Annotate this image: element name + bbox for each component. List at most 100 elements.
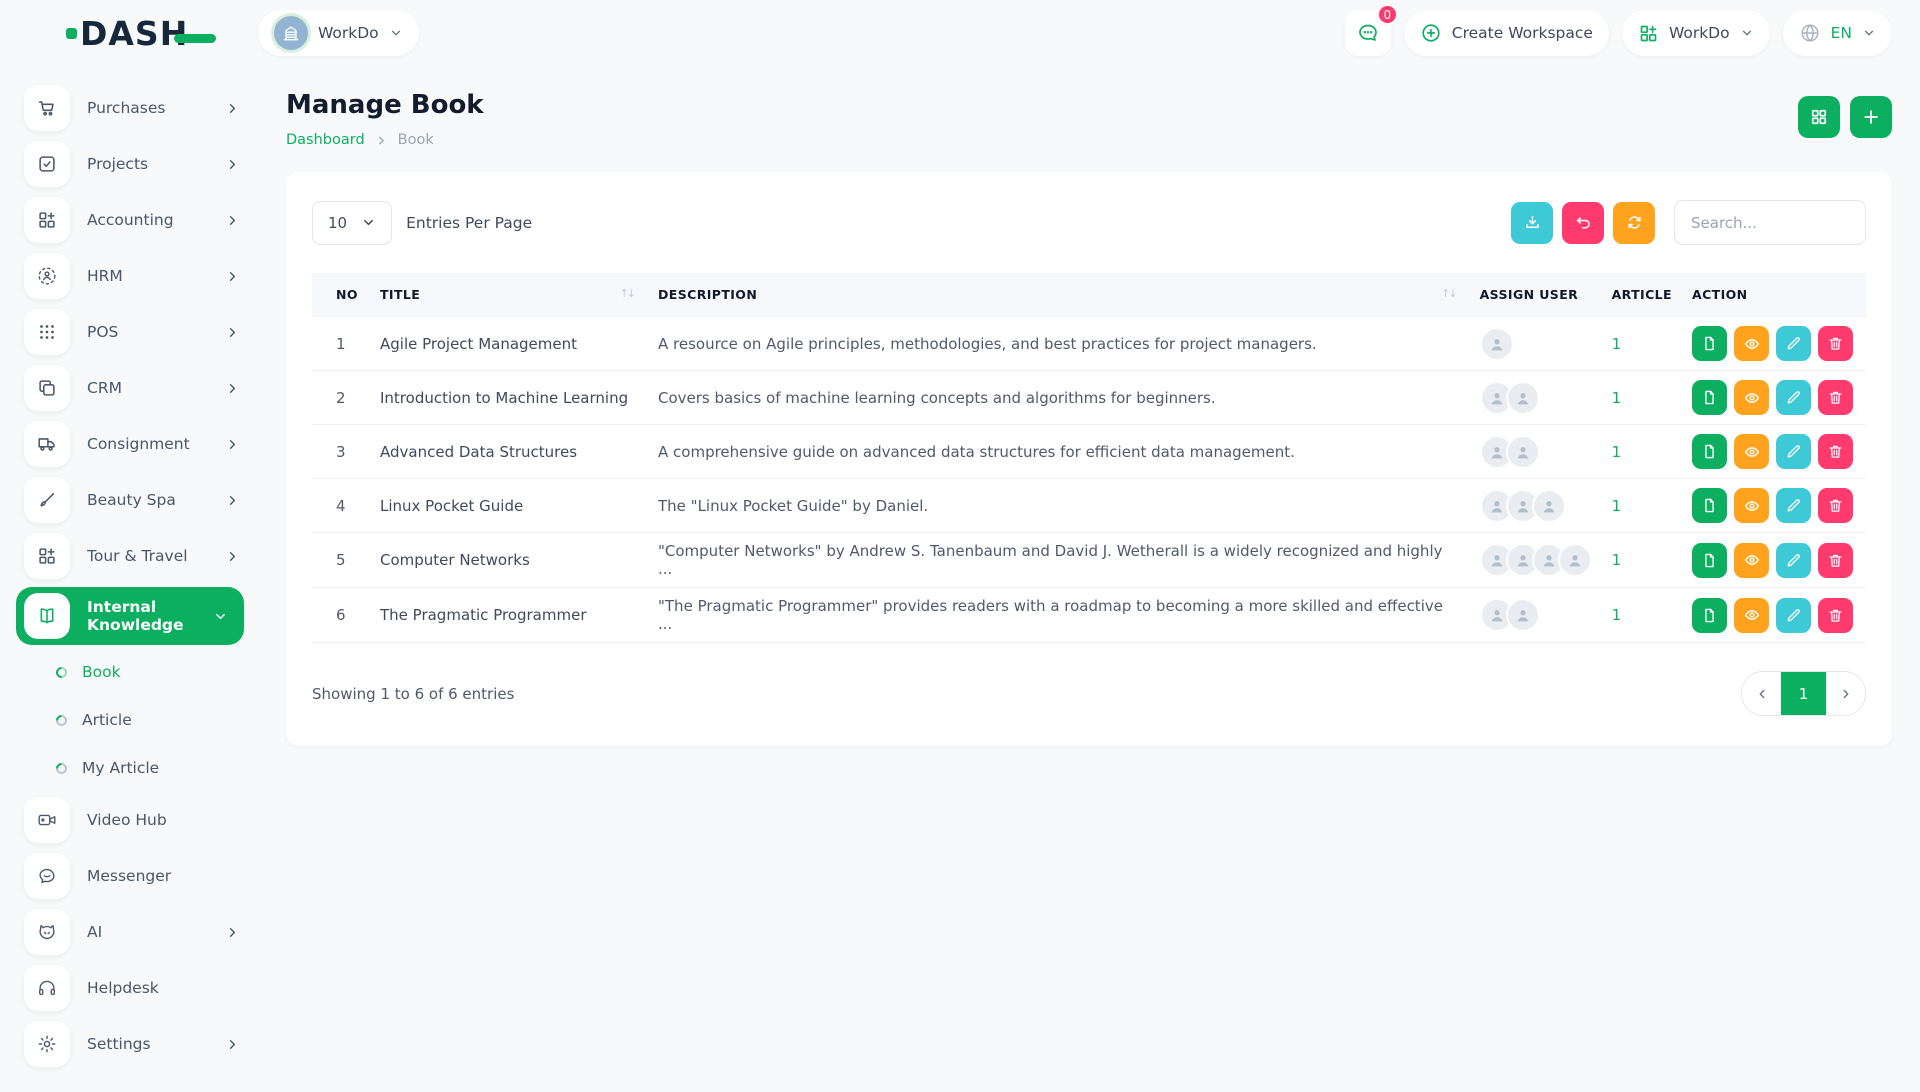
article-count-link[interactable]: 1 <box>1612 551 1622 569</box>
delete-button[interactable] <box>1818 380 1853 415</box>
add-book-button[interactable] <box>1850 96 1892 138</box>
sidebar-item-purchases[interactable]: Purchases <box>24 80 240 136</box>
view-button[interactable] <box>1734 543 1769 578</box>
donut-icon <box>54 760 70 776</box>
undo-button[interactable] <box>1562 202 1604 244</box>
column-header-no: NO <box>312 273 370 317</box>
video-icon <box>24 797 70 843</box>
article-button[interactable] <box>1692 326 1727 361</box>
trash-icon <box>1827 552 1844 569</box>
create-workspace-button[interactable]: Create Workspace <box>1404 10 1609 56</box>
delete-button[interactable] <box>1818 543 1853 578</box>
pencil-icon <box>1785 552 1802 569</box>
view-button[interactable] <box>1734 380 1769 415</box>
view-button[interactable] <box>1734 488 1769 523</box>
pagination-prev-button[interactable] <box>1742 672 1781 715</box>
sidebar-item-my-article[interactable]: My Article <box>24 744 240 792</box>
pagination-current-page[interactable]: 1 <box>1781 672 1826 715</box>
article-button[interactable] <box>1692 598 1727 633</box>
workspace-selector[interactable]: WorkDo <box>258 10 419 56</box>
view-button[interactable] <box>1734 326 1769 361</box>
delete-button[interactable] <box>1818 434 1853 469</box>
language-selector[interactable]: EN <box>1783 10 1892 56</box>
edit-button[interactable] <box>1776 326 1811 361</box>
user-avatar[interactable] <box>1506 435 1540 469</box>
cell-article: 1 <box>1602 371 1682 425</box>
app-menu-button[interactable]: WorkDo <box>1622 10 1770 56</box>
book-icon <box>24 593 70 639</box>
sidebar-item-tour-travel[interactable]: Tour & Travel <box>24 528 240 584</box>
export-button[interactable] <box>1511 202 1553 244</box>
logo-text: DASH <box>80 17 188 50</box>
sidebar-item-messenger[interactable]: Messenger <box>24 848 240 904</box>
sidebar-item-settings[interactable]: Settings <box>24 1016 240 1072</box>
sidebar-item-crm[interactable]: CRM <box>24 360 240 416</box>
edit-button[interactable] <box>1776 598 1811 633</box>
grid-view-button[interactable] <box>1798 96 1840 138</box>
delete-button[interactable] <box>1818 598 1853 633</box>
user-avatar[interactable] <box>1480 327 1514 361</box>
edit-button[interactable] <box>1776 488 1811 523</box>
sidebar-item-label: Internal Knowledge <box>87 598 196 634</box>
ai-icon <box>24 909 70 955</box>
view-button[interactable] <box>1734 598 1769 633</box>
sidebar-item-label: AI <box>87 923 208 941</box>
delete-button[interactable] <box>1818 326 1853 361</box>
article-button[interactable] <box>1692 434 1727 469</box>
sort-icon[interactable]: ↑↓ <box>1441 287 1455 300</box>
article-button[interactable] <box>1692 488 1727 523</box>
search-input[interactable] <box>1674 200 1866 245</box>
undo-icon <box>1574 213 1593 232</box>
sidebar-item-consignment[interactable]: Consignment <box>24 416 240 472</box>
pagination-next-button[interactable] <box>1826 672 1865 715</box>
sidebar-item-label: Tour & Travel <box>87 547 208 565</box>
cell-description: A resource on Agile principles, methodol… <box>648 317 1470 371</box>
refresh-button[interactable] <box>1613 202 1655 244</box>
edit-button[interactable] <box>1776 543 1811 578</box>
edit-button[interactable] <box>1776 380 1811 415</box>
edit-button[interactable] <box>1776 434 1811 469</box>
trash-icon <box>1827 443 1844 460</box>
sidebar-item-hrm[interactable]: HRM <box>24 248 240 304</box>
sidebar-item-book[interactable]: Book <box>24 648 240 696</box>
sidebar-item-accounting[interactable]: Accounting <box>24 192 240 248</box>
sidebar-item-internal-knowledge[interactable]: Internal Knowledge <box>16 587 244 645</box>
column-header-description[interactable]: DESCRIPTION↑↓ <box>648 273 1470 317</box>
article-count-link[interactable]: 1 <box>1612 497 1622 515</box>
sort-icon[interactable]: ↑↓ <box>620 287 634 300</box>
headset-icon <box>24 965 70 1011</box>
plus-circle-icon <box>1420 22 1442 44</box>
article-button[interactable] <box>1692 543 1727 578</box>
sidebar-item-beauty-spa[interactable]: Beauty Spa <box>24 472 240 528</box>
user-avatar[interactable] <box>1506 598 1540 632</box>
article-button[interactable] <box>1692 380 1727 415</box>
column-header-title[interactable]: TITLE↑↓ <box>370 273 648 317</box>
sidebar-item-projects[interactable]: Projects <box>24 136 240 192</box>
entries-per-page-select[interactable]: 10 <box>312 201 392 245</box>
article-count-link[interactable]: 1 <box>1612 389 1622 407</box>
dots-grid-icon <box>24 309 70 355</box>
sidebar-item-article[interactable]: Article <box>24 696 240 744</box>
user-avatar[interactable] <box>1558 543 1592 577</box>
user-avatar[interactable] <box>1532 489 1566 523</box>
trash-icon <box>1827 607 1844 624</box>
workspace-name: WorkDo <box>318 24 379 42</box>
sidebar-item-video-hub[interactable]: Video Hub <box>24 792 240 848</box>
messages-button[interactable]: 0 <box>1345 10 1391 56</box>
cell-description: Covers basics of machine learning concep… <box>648 371 1470 425</box>
sidebar-item-pos[interactable]: POS <box>24 304 240 360</box>
truck-icon <box>24 421 70 467</box>
cell-article: 1 <box>1602 425 1682 479</box>
breadcrumb-dashboard-link[interactable]: Dashboard <box>286 132 365 148</box>
table-row: 3Advanced Data StructuresA comprehensive… <box>312 425 1866 479</box>
delete-button[interactable] <box>1818 488 1853 523</box>
table-header-row: NOTITLE↑↓DESCRIPTION↑↓ASSIGN USERARTICLE… <box>312 273 1866 317</box>
article-count-link[interactable]: 1 <box>1612 606 1622 624</box>
article-count-link[interactable]: 1 <box>1612 443 1622 461</box>
sidebar-item-ai[interactable]: AI <box>24 904 240 960</box>
sidebar-item-helpdesk[interactable]: Helpdesk <box>24 960 240 1016</box>
article-count-link[interactable]: 1 <box>1612 335 1622 353</box>
app-logo[interactable]: DASH <box>66 17 258 50</box>
view-button[interactable] <box>1734 434 1769 469</box>
user-avatar[interactable] <box>1506 381 1540 415</box>
